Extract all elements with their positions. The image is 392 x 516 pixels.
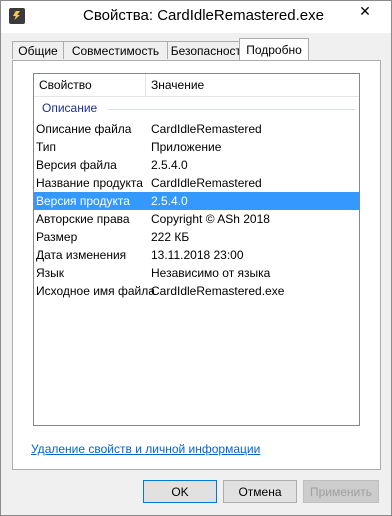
property-name: Описание файла — [36, 122, 132, 136]
column-header-value[interactable]: Значение — [146, 74, 359, 96]
list-item[interactable]: Название продукта CardIdleRemastered — [34, 174, 359, 192]
window-title: Свойства: CardIdleRemastered.exe — [83, 7, 324, 24]
apply-button[interactable]: Применить — [303, 480, 379, 503]
cancel-button[interactable]: Отмена — [223, 480, 297, 503]
group-label: Описание — [42, 101, 98, 115]
list-item[interactable]: Исходное имя файла CardIdleRemastered.ex… — [34, 282, 359, 300]
property-name: Исходное имя файла — [36, 284, 155, 298]
property-value: 2.5.4.0 — [151, 194, 188, 208]
tab-compatibility[interactable]: Совместимость — [63, 41, 168, 59]
list-item[interactable]: Авторские права Copyright © ASh 2018 — [34, 210, 359, 228]
list-item[interactable]: Версия файла 2.5.4.0 — [34, 156, 359, 174]
property-value: Независимо от языка — [151, 266, 271, 280]
property-name: Версия продукта — [36, 194, 130, 208]
list-item[interactable]: Язык Независимо от языка — [34, 264, 359, 282]
group-divider — [108, 109, 355, 110]
property-name: Авторские права — [36, 212, 130, 226]
property-value: CardIdleRemastered.exe — [151, 284, 285, 298]
property-value: 2.5.4.0 — [151, 158, 188, 172]
property-name: Дата изменения — [36, 248, 127, 262]
property-name: Название продукта — [36, 176, 143, 190]
ok-button[interactable]: OK — [143, 480, 217, 503]
group-header-description: Описание — [34, 101, 359, 117]
column-header-property[interactable]: Свойство — [34, 74, 146, 96]
property-value: Copyright © ASh 2018 — [151, 212, 270, 226]
list-item[interactable]: Дата изменения 13.11.2018 23:00 — [34, 246, 359, 264]
tab-details[interactable]: Подробно — [239, 38, 309, 60]
list-header: Свойство Значение — [34, 74, 359, 97]
tab-general[interactable]: Общие — [12, 41, 64, 59]
property-name: Тип — [36, 140, 57, 154]
details-panel: Свойство Значение Описание Описание файл… — [12, 60, 381, 470]
app-icon — [9, 8, 25, 24]
property-value: 13.11.2018 23:00 — [151, 248, 244, 262]
property-value: CardIdleRemastered — [151, 122, 262, 136]
list-item[interactable]: Тип Приложение — [34, 138, 359, 156]
title-bar[interactable]: Свойства: CardIdleRemastered.exe ✕ — [1, 1, 391, 33]
property-value: CardIdleRemastered — [151, 176, 262, 190]
list-item[interactable]: Размер 222 КБ — [34, 228, 359, 246]
close-button[interactable]: ✕ — [343, 2, 387, 22]
property-name: Версия файла — [36, 158, 117, 172]
properties-dialog: Свойства: CardIdleRemastered.exe ✕ Общие… — [0, 0, 392, 516]
properties-list[interactable]: Свойство Значение Описание Описание файл… — [33, 73, 360, 426]
list-item[interactable]: Описание файла CardIdleRemastered — [34, 120, 359, 138]
property-name: Язык — [36, 266, 65, 280]
property-name: Размер — [36, 230, 78, 244]
property-value: Приложение — [151, 140, 222, 154]
property-value: 222 КБ — [151, 230, 190, 244]
list-item-selected[interactable]: Версия продукта 2.5.4.0 — [34, 192, 359, 210]
remove-properties-link[interactable]: Удаление свойств и личной информации — [31, 442, 260, 456]
